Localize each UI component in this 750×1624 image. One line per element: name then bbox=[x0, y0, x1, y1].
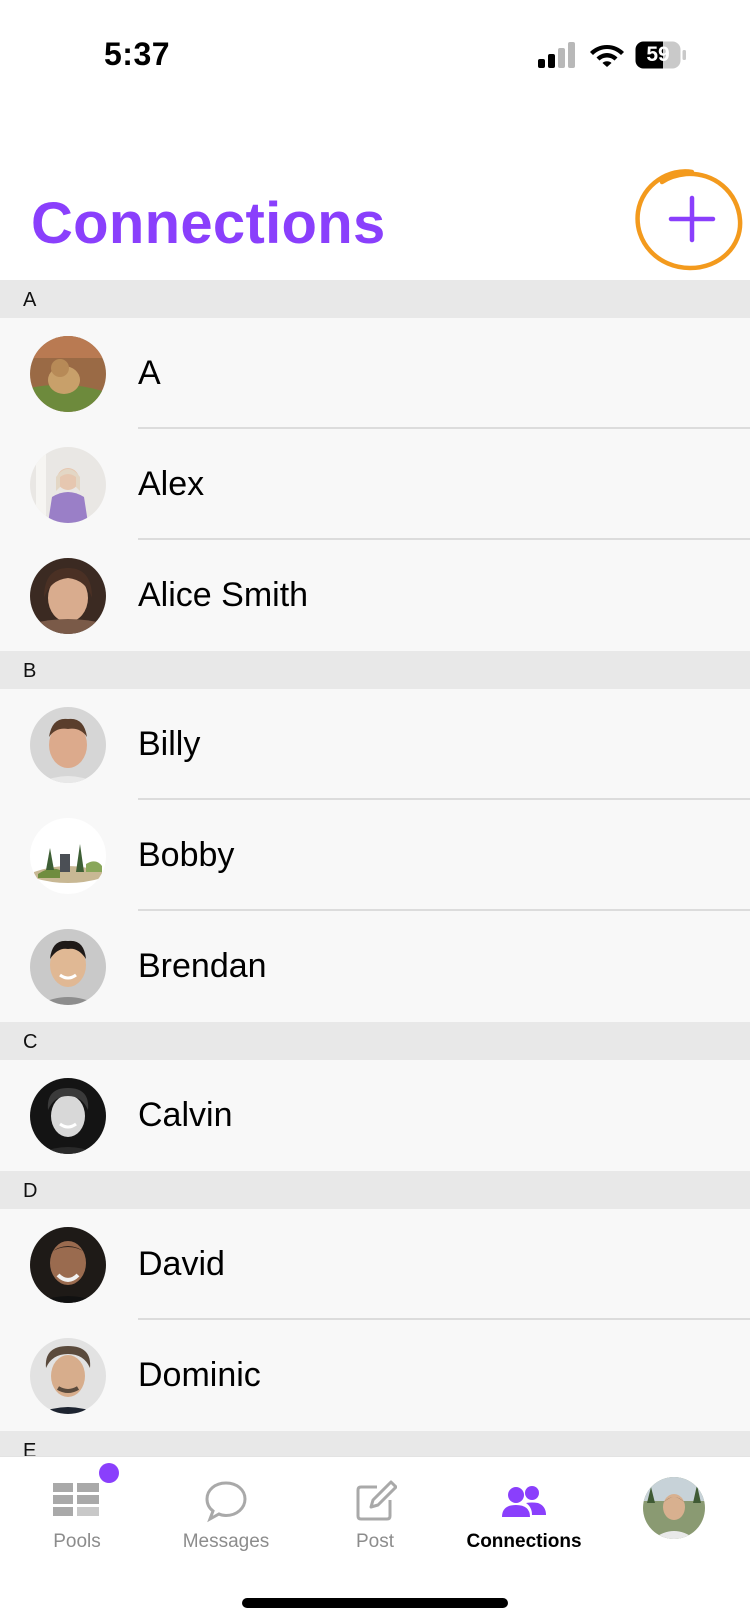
contact-name: A bbox=[138, 354, 161, 392]
avatar bbox=[30, 1078, 106, 1154]
contact-row-billy[interactable]: Billy bbox=[0, 689, 750, 800]
contact-name: Billy bbox=[138, 725, 201, 763]
tab-profile-avatar[interactable] bbox=[643, 1477, 705, 1539]
avatar bbox=[30, 818, 106, 894]
section-header-e: E bbox=[0, 1431, 750, 1456]
contact-row-alice-smith[interactable]: Alice Smith bbox=[0, 540, 750, 651]
avatar bbox=[30, 558, 106, 634]
avatar bbox=[30, 447, 106, 523]
tab-label: Pools bbox=[53, 1531, 101, 1552]
tab-label: Post bbox=[355, 1531, 395, 1552]
battery-level: 59 bbox=[646, 43, 670, 66]
compose-icon bbox=[356, 1480, 397, 1521]
avatar bbox=[30, 1227, 106, 1303]
wifi-icon bbox=[590, 45, 624, 67]
contact-name: Bobby bbox=[138, 836, 235, 874]
home-indicator bbox=[242, 1598, 508, 1608]
connections-list[interactable]: A A Alex Alice Smith B Billy Bobby Brend… bbox=[0, 280, 750, 1456]
section-header-b: B bbox=[0, 651, 750, 689]
tab-label: Messages bbox=[182, 1531, 270, 1552]
contact-name: Brendan bbox=[138, 947, 267, 985]
page-title: Connections bbox=[31, 191, 386, 256]
contact-row-dominic[interactable]: Dominic bbox=[0, 1320, 750, 1431]
chat-bubble-icon bbox=[205, 1481, 247, 1523]
grid-list-icon bbox=[53, 1483, 99, 1516]
contact-name: Dominic bbox=[138, 1356, 261, 1394]
contact-row-david[interactable]: David bbox=[0, 1209, 750, 1320]
contact-name: Alice Smith bbox=[138, 576, 309, 614]
tab-pools[interactable]: Pools bbox=[2, 1457, 152, 1567]
section-header-c: C bbox=[0, 1022, 750, 1060]
status-bar: 5:37 59 bbox=[0, 0, 750, 110]
tab-connections[interactable]: Connections bbox=[449, 1457, 599, 1567]
contact-row-alex[interactable]: Alex bbox=[0, 429, 750, 540]
tab-messages[interactable]: Messages bbox=[151, 1457, 301, 1567]
tab-post[interactable]: Post bbox=[300, 1457, 450, 1567]
avatar bbox=[30, 1338, 106, 1414]
contact-row-calvin[interactable]: Calvin bbox=[0, 1060, 750, 1171]
avatar bbox=[30, 336, 106, 412]
plus-icon bbox=[635, 169, 743, 271]
tab-label: Connections bbox=[466, 1531, 582, 1552]
cellular-signal-icon bbox=[538, 42, 575, 68]
avatar bbox=[30, 707, 106, 783]
contact-row-bobby[interactable]: Bobby bbox=[0, 800, 750, 911]
contact-row-a[interactable]: A bbox=[0, 318, 750, 429]
contact-name: Calvin bbox=[138, 1096, 233, 1134]
section-header-a: A bbox=[0, 280, 750, 318]
contact-name: David bbox=[138, 1245, 225, 1283]
status-time: 5:37 bbox=[104, 36, 171, 72]
avatar bbox=[30, 929, 106, 1005]
contact-name: Alex bbox=[138, 465, 205, 503]
notification-badge bbox=[99, 1463, 119, 1483]
people-icon bbox=[502, 1486, 546, 1517]
contact-row-brendan[interactable]: Brendan bbox=[0, 911, 750, 1022]
add-connection-button[interactable] bbox=[628, 164, 746, 278]
section-header-d: D bbox=[0, 1171, 750, 1209]
